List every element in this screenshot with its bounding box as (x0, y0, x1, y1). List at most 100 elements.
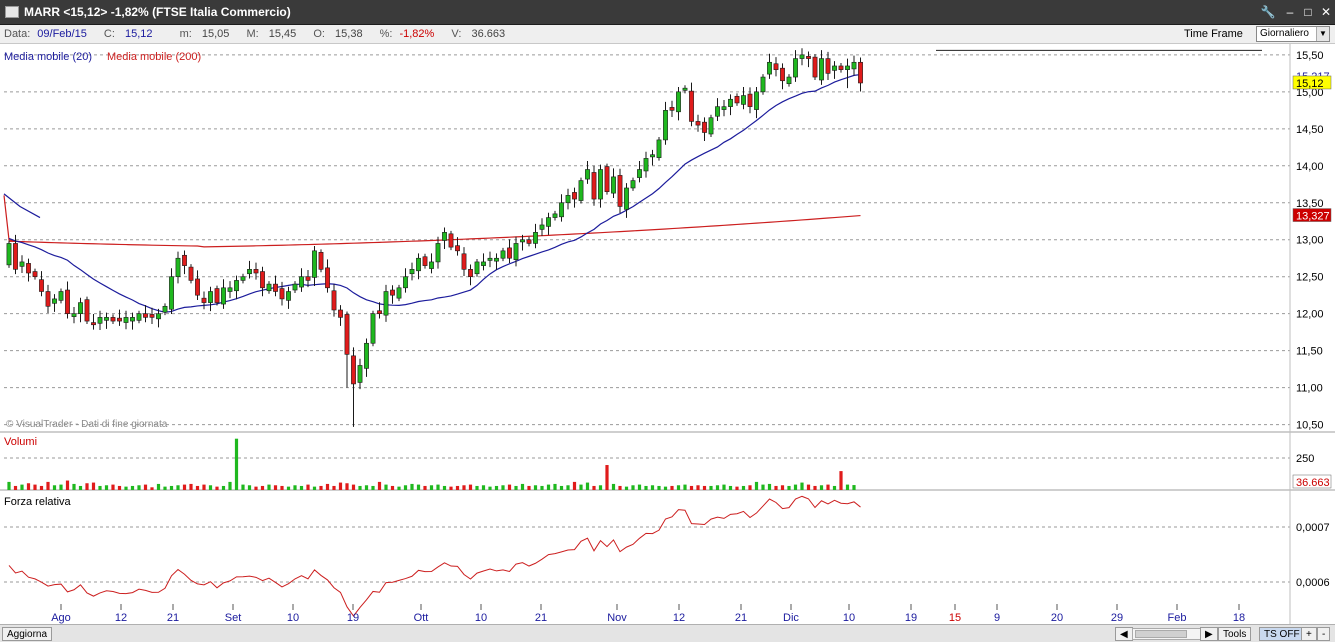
volume-bar (527, 485, 531, 490)
volume-bar (52, 485, 57, 490)
volume-bar (735, 486, 739, 490)
candle (364, 342, 369, 369)
candle (240, 276, 246, 281)
scroll-left-button[interactable]: ◀ (1115, 627, 1133, 641)
tools-button[interactable]: Tools (1218, 627, 1252, 641)
volume-bar (618, 485, 622, 490)
rs-title: Forza relativa (4, 496, 72, 508)
candle (676, 91, 681, 113)
scroll-right-button[interactable]: ▶ (1200, 627, 1218, 641)
volume-bar (468, 484, 473, 490)
candle (312, 250, 317, 278)
volume-bar (254, 486, 258, 490)
volume-bar (293, 485, 297, 490)
ts-toggle-button[interactable]: TS OFF (1259, 627, 1305, 641)
candle (624, 187, 629, 210)
date-tick-label: 21 (735, 612, 747, 624)
zoom-out-button[interactable]: - (1317, 627, 1331, 641)
candle (578, 180, 584, 201)
candle (539, 224, 545, 230)
volume-bar (709, 485, 713, 490)
close-label: C: (103, 28, 115, 40)
candle (396, 287, 402, 299)
volume-bar (429, 485, 434, 490)
volume-bar (644, 485, 648, 490)
candle (32, 271, 38, 278)
candle (481, 261, 486, 266)
maximize-button[interactable]: □ (1299, 4, 1317, 21)
volume-bar (559, 485, 564, 490)
minimize-button[interactable]: – (1281, 4, 1299, 21)
date-tick-label: 12 (115, 612, 127, 624)
candle (286, 291, 291, 301)
candle (682, 87, 688, 91)
volume-bar (722, 484, 726, 490)
candle (507, 247, 512, 259)
volume-bar (663, 486, 668, 490)
candle (552, 213, 558, 218)
price-tick-label: 11,50 (1296, 346, 1323, 358)
zoom-in-button[interactable]: + (1301, 627, 1317, 641)
candle (169, 276, 174, 310)
candle (175, 257, 181, 278)
ma20-legend: Media mobile (20) (4, 51, 92, 63)
volume-bar (449, 486, 453, 490)
rs-tick-label: 0,0007 (1296, 522, 1330, 534)
volume-bar (637, 484, 642, 490)
volume-bar (338, 482, 343, 490)
candle (253, 269, 259, 274)
candle (487, 257, 493, 261)
candle (136, 313, 142, 321)
chevron-down-icon[interactable]: ▼ (1316, 27, 1329, 41)
volume-bar (397, 486, 401, 490)
volume-bar (7, 481, 11, 490)
rs-path (8, 495, 861, 617)
candle (403, 276, 408, 289)
candle (500, 250, 506, 259)
candle (58, 291, 64, 301)
candle (325, 267, 330, 289)
chart-area[interactable]: 15,5015,0014,5014,0013,5013,0012,5012,00… (0, 44, 1335, 624)
scrollbar-thumb[interactable] (1135, 630, 1187, 638)
candle (97, 317, 103, 324)
ma200-path (8, 214, 861, 248)
price-tick-label: 15,50 (1296, 50, 1324, 62)
close-button[interactable]: ✕ (1317, 4, 1335, 21)
candle (786, 76, 792, 85)
candle (812, 56, 818, 78)
time-frame-select[interactable]: Giornaliero ▼ (1256, 26, 1330, 42)
volume-bar (826, 484, 830, 490)
volume-bar (553, 483, 557, 490)
candle (422, 256, 428, 266)
date-axis: Ago 12 21 Set 10 19 Ott 10 21 Nov 12 21 Dic 10 19 15 9 20… (51, 604, 1245, 624)
volume-bar (208, 485, 213, 490)
refresh-button[interactable]: Aggiorna (2, 627, 53, 641)
volume-bar (442, 485, 447, 490)
volume-bar (845, 484, 850, 490)
ma200-value-tag: 13,327 (1296, 211, 1330, 223)
candle (715, 106, 720, 117)
candle (520, 239, 525, 243)
wrench-icon[interactable]: 🔧 (1259, 4, 1277, 21)
volume-bar (345, 483, 349, 490)
candle (565, 195, 571, 204)
volume-bar (384, 484, 388, 490)
price-tick-label: 12,00 (1296, 309, 1324, 321)
candle (637, 169, 642, 178)
candle (357, 365, 363, 383)
max-value: 15,45 (268, 28, 297, 40)
volume-bar (579, 484, 583, 490)
candle (572, 192, 577, 200)
current-price-tag: 15,12 (1296, 78, 1324, 90)
volume-bar (832, 485, 837, 490)
volume-bar (787, 485, 791, 490)
candle (767, 61, 772, 75)
grid-lines (4, 54, 1290, 583)
candle (221, 287, 226, 305)
price-axis: 15,5015,0014,5014,0013,5013,0012,5012,00… (1292, 50, 1332, 589)
volume-bar (241, 484, 245, 490)
volume-bar (358, 485, 362, 490)
time-frame-label: Time Frame (1184, 28, 1243, 40)
volume-bar (806, 484, 811, 490)
volume-title: Volumi (4, 436, 37, 448)
